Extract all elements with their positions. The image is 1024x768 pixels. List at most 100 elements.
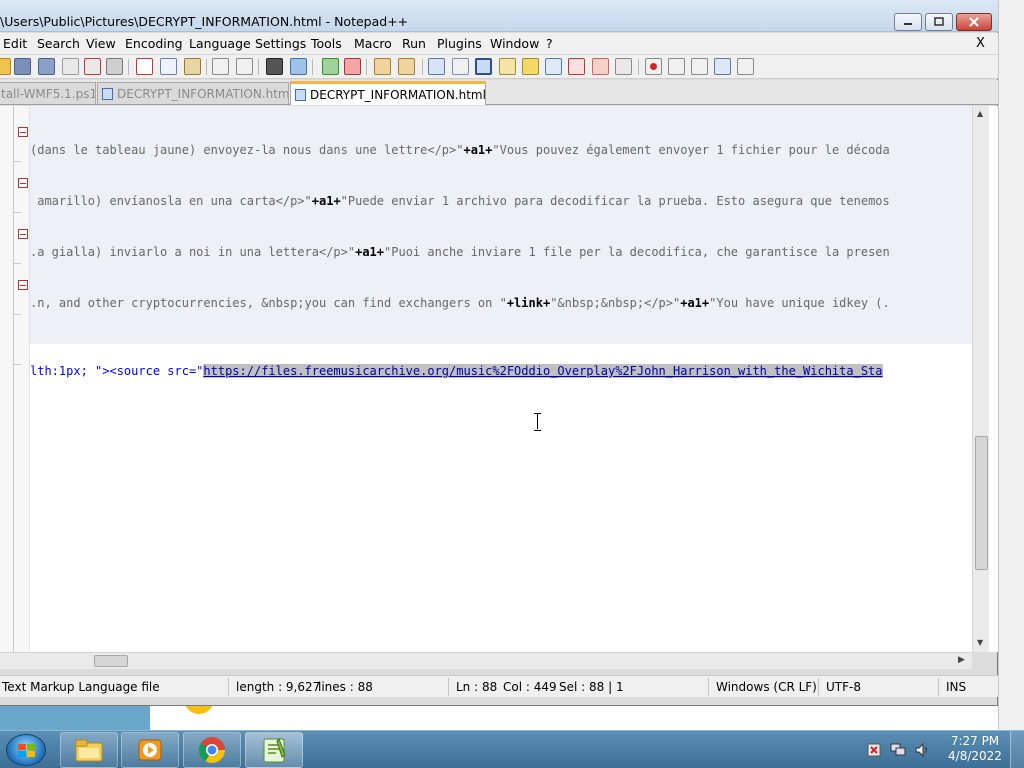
menu-edit[interactable]: Edit bbox=[3, 36, 27, 51]
scroll-up-icon[interactable]: ▲ bbox=[977, 109, 983, 118]
record-macro-icon[interactable] bbox=[645, 58, 662, 75]
taskbar-chrome-button[interactable] bbox=[183, 732, 241, 768]
fold-toggle-icon[interactable] bbox=[18, 280, 28, 290]
system-clock[interactable]: 7:27 PM 4/8/2022 bbox=[944, 734, 1006, 764]
system-tray bbox=[862, 739, 942, 761]
vertical-scrollbar[interactable]: ▲ ▼ bbox=[972, 106, 989, 652]
folder-icon[interactable] bbox=[592, 58, 609, 75]
menu-tools[interactable]: Tools bbox=[311, 36, 342, 51]
code-variable: +a1+ bbox=[355, 245, 385, 259]
save-icon[interactable] bbox=[14, 58, 31, 75]
fold-toggle-icon[interactable] bbox=[18, 178, 28, 188]
code-text: "Vous pouvez également envoyer 1 fichier… bbox=[492, 143, 890, 157]
folder-icon bbox=[75, 739, 103, 762]
menu-view[interactable]: View bbox=[86, 36, 116, 51]
show-all-chars-icon[interactable] bbox=[452, 58, 469, 75]
open-file-icon[interactable] bbox=[0, 58, 11, 75]
toolbar-separator bbox=[128, 59, 129, 75]
code-text: lth:1px; "><source src=" bbox=[30, 364, 204, 378]
taskbar-explorer-button[interactable] bbox=[60, 732, 118, 768]
windows-logo-icon bbox=[18, 744, 36, 758]
toolbar-separator bbox=[366, 59, 367, 75]
save-macro-icon[interactable] bbox=[737, 58, 754, 75]
title-bar: \Users\Public\Pictures\DECRYPT_INFORMATI… bbox=[0, 0, 998, 32]
taskbar-notepadpp-button[interactable] bbox=[245, 732, 303, 768]
undo-icon[interactable] bbox=[212, 58, 229, 75]
code-text: "You have unique idkey (. bbox=[709, 296, 890, 310]
code-text: "Puede enviar 1 archivo para decodificar… bbox=[340, 194, 890, 208]
scroll-down-icon[interactable]: ▼ bbox=[977, 638, 983, 647]
code-line: .n, and other cryptocurrencies, &nbsp;yo… bbox=[30, 293, 972, 313]
menu-encoding[interactable]: Encoding bbox=[125, 36, 183, 51]
sync-vertical-icon[interactable] bbox=[374, 58, 391, 75]
fold-margin bbox=[0, 106, 30, 652]
redo-icon[interactable] bbox=[236, 58, 253, 75]
action-center-icon[interactable] bbox=[866, 742, 882, 758]
tab-install-wmf[interactable]: tall-WMF5.1.ps1 ✕ bbox=[0, 82, 96, 104]
fold-end-tick bbox=[13, 314, 21, 315]
fold-toggle-icon[interactable] bbox=[18, 229, 28, 239]
find-icon[interactable] bbox=[266, 58, 283, 75]
close-button[interactable] bbox=[956, 13, 992, 31]
start-button[interactable] bbox=[6, 734, 46, 766]
editor-content[interactable]: (dans le tableau jaune) envoyez-la nous … bbox=[30, 106, 972, 652]
close-document-button[interactable]: X bbox=[976, 36, 985, 51]
toolbar-separator bbox=[312, 59, 313, 75]
indent-guide-icon[interactable] bbox=[475, 58, 492, 75]
menu-window[interactable]: Window bbox=[490, 36, 539, 51]
zoom-in-icon[interactable] bbox=[322, 58, 339, 75]
print-icon[interactable] bbox=[106, 58, 123, 75]
tab-decrypt-information-2[interactable]: DECRYPT_INFORMATION.html ✕ bbox=[290, 81, 486, 105]
record-dot-icon bbox=[650, 63, 657, 70]
horizontal-scrollbar[interactable]: ▶ bbox=[0, 652, 972, 669]
scroll-right-icon[interactable]: ▶ bbox=[958, 655, 965, 665]
close-all-icon[interactable] bbox=[84, 58, 101, 75]
cut-icon[interactable] bbox=[136, 58, 153, 75]
doc-map-icon[interactable] bbox=[499, 58, 516, 75]
menu-language[interactable]: Language bbox=[189, 36, 251, 51]
minimize-button[interactable] bbox=[894, 13, 922, 31]
zoom-out-icon[interactable] bbox=[344, 58, 361, 75]
horizontal-scroll-thumb[interactable] bbox=[94, 655, 128, 667]
status-divider bbox=[938, 678, 939, 696]
sync-horizontal-icon[interactable] bbox=[398, 58, 415, 75]
menu-macro[interactable]: Macro bbox=[354, 36, 392, 51]
show-desktop-button[interactable] bbox=[1010, 731, 1024, 768]
status-column: Col : 449 bbox=[503, 680, 557, 694]
stop-macro-icon[interactable] bbox=[668, 58, 685, 75]
menu-help[interactable]: ? bbox=[546, 36, 553, 51]
editor-area[interactable]: (dans le tableau jaune) envoyez-la nous … bbox=[0, 106, 998, 652]
tab-decrypt-information-1[interactable]: DECRYPT_INFORMATION.html ✕ bbox=[97, 82, 289, 104]
taskbar-media-player-button[interactable] bbox=[121, 732, 179, 768]
monitor-icon[interactable] bbox=[615, 58, 632, 75]
code-text: (dans le tableau jaune) envoyez-la nous … bbox=[30, 143, 464, 157]
selected-url[interactable]: https://files.freemusicarchive.org/music… bbox=[203, 364, 883, 378]
volume-icon[interactable] bbox=[914, 742, 930, 758]
code-variable: +link+ bbox=[506, 296, 551, 310]
clock-date: 4/8/2022 bbox=[948, 749, 1002, 763]
paste-icon[interactable] bbox=[184, 58, 201, 75]
close-file-icon[interactable] bbox=[62, 58, 79, 75]
menu-search[interactable]: Search bbox=[37, 36, 80, 51]
maximize-button[interactable] bbox=[925, 13, 953, 31]
word-wrap-icon[interactable] bbox=[428, 58, 445, 75]
play-macro-icon[interactable] bbox=[691, 58, 708, 75]
menu-run[interactable]: Run bbox=[402, 36, 426, 51]
clock-time: 7:27 PM bbox=[950, 734, 1000, 748]
menu-plugins[interactable]: Plugins bbox=[437, 36, 482, 51]
network-icon[interactable] bbox=[890, 742, 906, 758]
status-lines: lines : 88 bbox=[318, 680, 373, 694]
fold-end-tick bbox=[13, 263, 21, 264]
copy-icon[interactable] bbox=[160, 58, 177, 75]
save-all-icon[interactable] bbox=[38, 58, 55, 75]
vertical-scroll-thumb[interactable] bbox=[975, 436, 988, 570]
function-icon[interactable] bbox=[568, 58, 585, 75]
folder-workspace-icon[interactable] bbox=[545, 58, 562, 75]
code-text: .n, and other cryptocurrencies, &nbsp;yo… bbox=[30, 296, 507, 310]
fold-end-tick bbox=[13, 161, 21, 162]
replace-icon[interactable] bbox=[290, 58, 307, 75]
run-macro-multiple-icon[interactable] bbox=[714, 58, 731, 75]
function-list-icon[interactable] bbox=[522, 58, 539, 75]
menu-settings[interactable]: Settings bbox=[255, 36, 306, 51]
fold-toggle-icon[interactable] bbox=[18, 127, 28, 137]
